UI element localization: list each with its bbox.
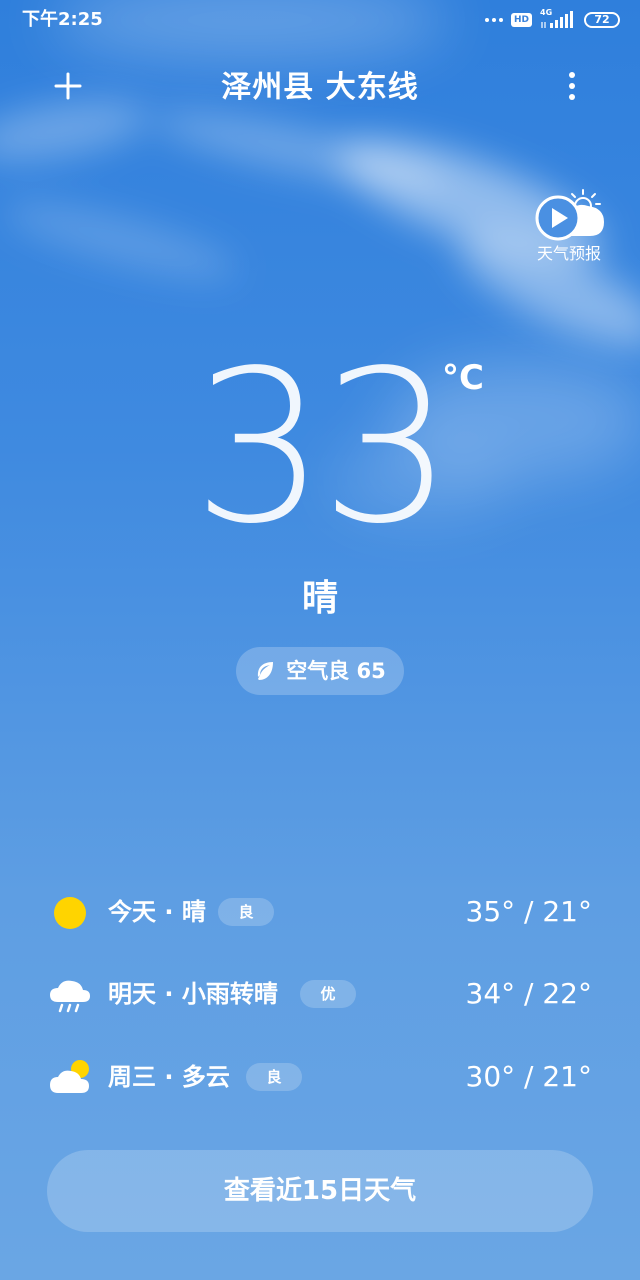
current-condition: 晴: [301, 578, 338, 619]
forecast-row-today[interactable]: 今天 · 晴 良 35° / 21°: [48, 884, 600, 940]
rain-cloud-icon: [50, 980, 90, 1013]
air-quality-badge[interactable]: 空气良 65: [236, 647, 404, 695]
forecast-temp-range: 35° / 21°: [465, 895, 593, 928]
more-vertical-icon: [569, 72, 575, 100]
forecast-temp-range: 30° / 21°: [465, 1060, 593, 1093]
status-bar: 下午2:25 HD 4G 72: [0, 0, 640, 40]
status-time: 下午2:25: [22, 9, 103, 30]
forecast-aqi-badge: 良: [246, 1063, 302, 1091]
air-quality-text: 空气良 65: [286, 659, 386, 683]
forecast-row-wednesday[interactable]: 周三 · 多云 良 30° / 21°: [48, 1049, 600, 1105]
location-title: 泽州县 大东线: [221, 70, 419, 105]
forecast-row-tomorrow[interactable]: 明天 · 小雨转晴 优 34° / 22°: [48, 966, 600, 1022]
forecast-day-label: 周三 · 多云: [108, 1063, 230, 1091]
battery-level: 72: [594, 13, 610, 26]
weather-screen: 下午2:25 HD 4G 72 泽州县 大东线 天气预报 33 °C 晴 空气良…: [0, 0, 640, 1280]
weather-video-button[interactable]: 天气预报: [526, 186, 612, 268]
forecast-day-label: 今天 · 晴: [108, 898, 206, 926]
leaf-icon: [258, 662, 274, 680]
plus-icon: [54, 72, 82, 100]
signal-icon: 4G: [540, 8, 576, 30]
view-15-day-forecast-button[interactable]: 查看近15日天气: [47, 1150, 593, 1232]
play-cloud-sun-icon: [535, 189, 604, 241]
status-icons: HD 4G 72: [484, 8, 620, 31]
battery-icon: 72: [584, 12, 620, 28]
hd-badge: HD: [510, 13, 532, 27]
sun-icon: [54, 897, 86, 929]
forecast-temp-range: 34° / 22°: [465, 977, 593, 1010]
network-type: 4G: [540, 8, 553, 17]
more-options-button[interactable]: [552, 66, 592, 106]
forecast-aqi-badge: 良: [218, 898, 274, 926]
weather-video-label: 天气预报: [536, 244, 601, 263]
add-city-button[interactable]: [48, 66, 88, 106]
forecast-day-label: 明天 · 小雨转晴: [108, 980, 278, 1008]
forecast-aqi-badge: 优: [300, 980, 356, 1008]
more-notifications-icon: [484, 18, 503, 22]
temperature-unit: °C: [442, 358, 484, 398]
partly-cloudy-icon: [50, 1060, 89, 1093]
